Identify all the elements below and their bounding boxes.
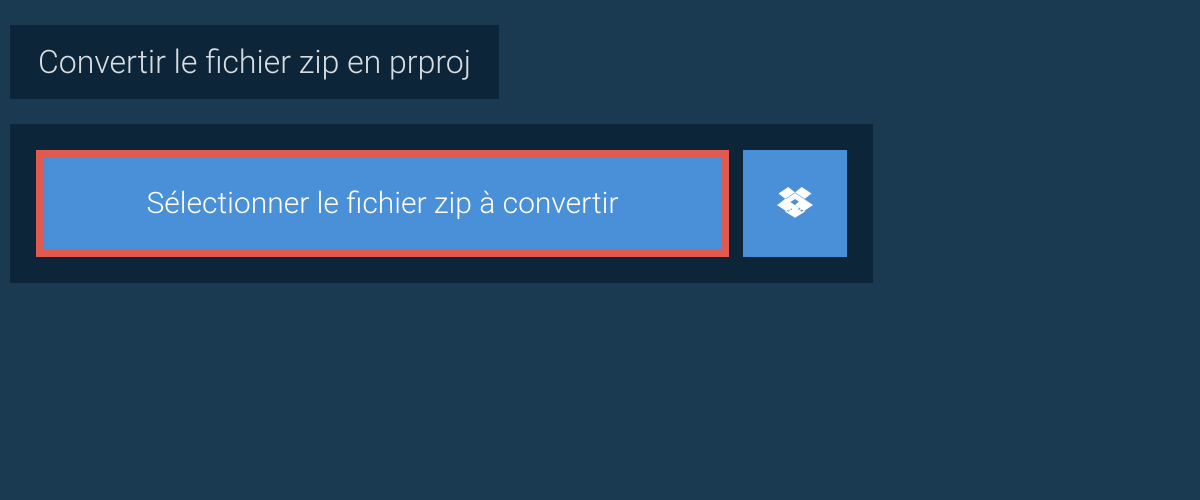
- page-title: Convertir le fichier zip en prproj: [10, 25, 499, 99]
- select-file-button[interactable]: Sélectionner le fichier zip à convertir: [36, 150, 729, 257]
- upload-panel: Sélectionner le fichier zip à convertir: [10, 124, 873, 283]
- dropbox-icon: [777, 184, 813, 224]
- select-file-label: Sélectionner le fichier zip à convertir: [146, 186, 618, 221]
- button-row: Sélectionner le fichier zip à convertir: [36, 150, 847, 257]
- dropbox-button[interactable]: [743, 150, 847, 257]
